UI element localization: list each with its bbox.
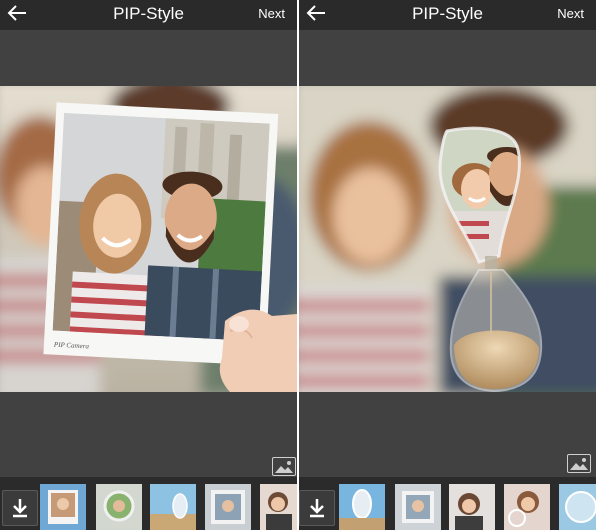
download-button[interactable] bbox=[299, 490, 335, 526]
hand bbox=[219, 309, 297, 392]
frame-thumbnail[interactable] bbox=[260, 484, 297, 530]
left-screen: PIP-Style Next PIP Camera bbox=[0, 0, 297, 530]
frame-thumbnail[interactable] bbox=[205, 484, 251, 530]
download-icon bbox=[13, 499, 27, 518]
next-button[interactable]: Next bbox=[557, 6, 584, 21]
right-screen: PIP-Style Next bbox=[299, 0, 596, 530]
frame-thumbnail[interactable] bbox=[504, 484, 550, 530]
image-gallery-icon[interactable] bbox=[272, 457, 296, 476]
frame-thumbnail[interactable] bbox=[40, 484, 86, 530]
top-bar: PIP-Style Next bbox=[0, 0, 297, 30]
photo-canvas[interactable]: PIP Camera bbox=[0, 86, 297, 392]
download-icon bbox=[310, 499, 324, 518]
image-gallery-icon[interactable] bbox=[567, 454, 591, 473]
frame-thumbnail[interactable] bbox=[339, 484, 385, 530]
frame-thumbnail[interactable] bbox=[395, 484, 441, 530]
top-bar: PIP-Style Next bbox=[299, 0, 596, 30]
page-title: PIP-Style bbox=[412, 4, 483, 23]
next-button[interactable]: Next bbox=[258, 6, 285, 21]
frame-thumbnail[interactable] bbox=[559, 484, 596, 530]
frame-thumbnail[interactable] bbox=[150, 484, 196, 530]
frame-thumbnail[interactable] bbox=[96, 484, 142, 530]
photo-canvas[interactable] bbox=[299, 86, 596, 392]
frame-thumbnail[interactable] bbox=[449, 484, 495, 530]
download-button[interactable] bbox=[2, 490, 38, 526]
page-title: PIP-Style bbox=[113, 4, 184, 23]
